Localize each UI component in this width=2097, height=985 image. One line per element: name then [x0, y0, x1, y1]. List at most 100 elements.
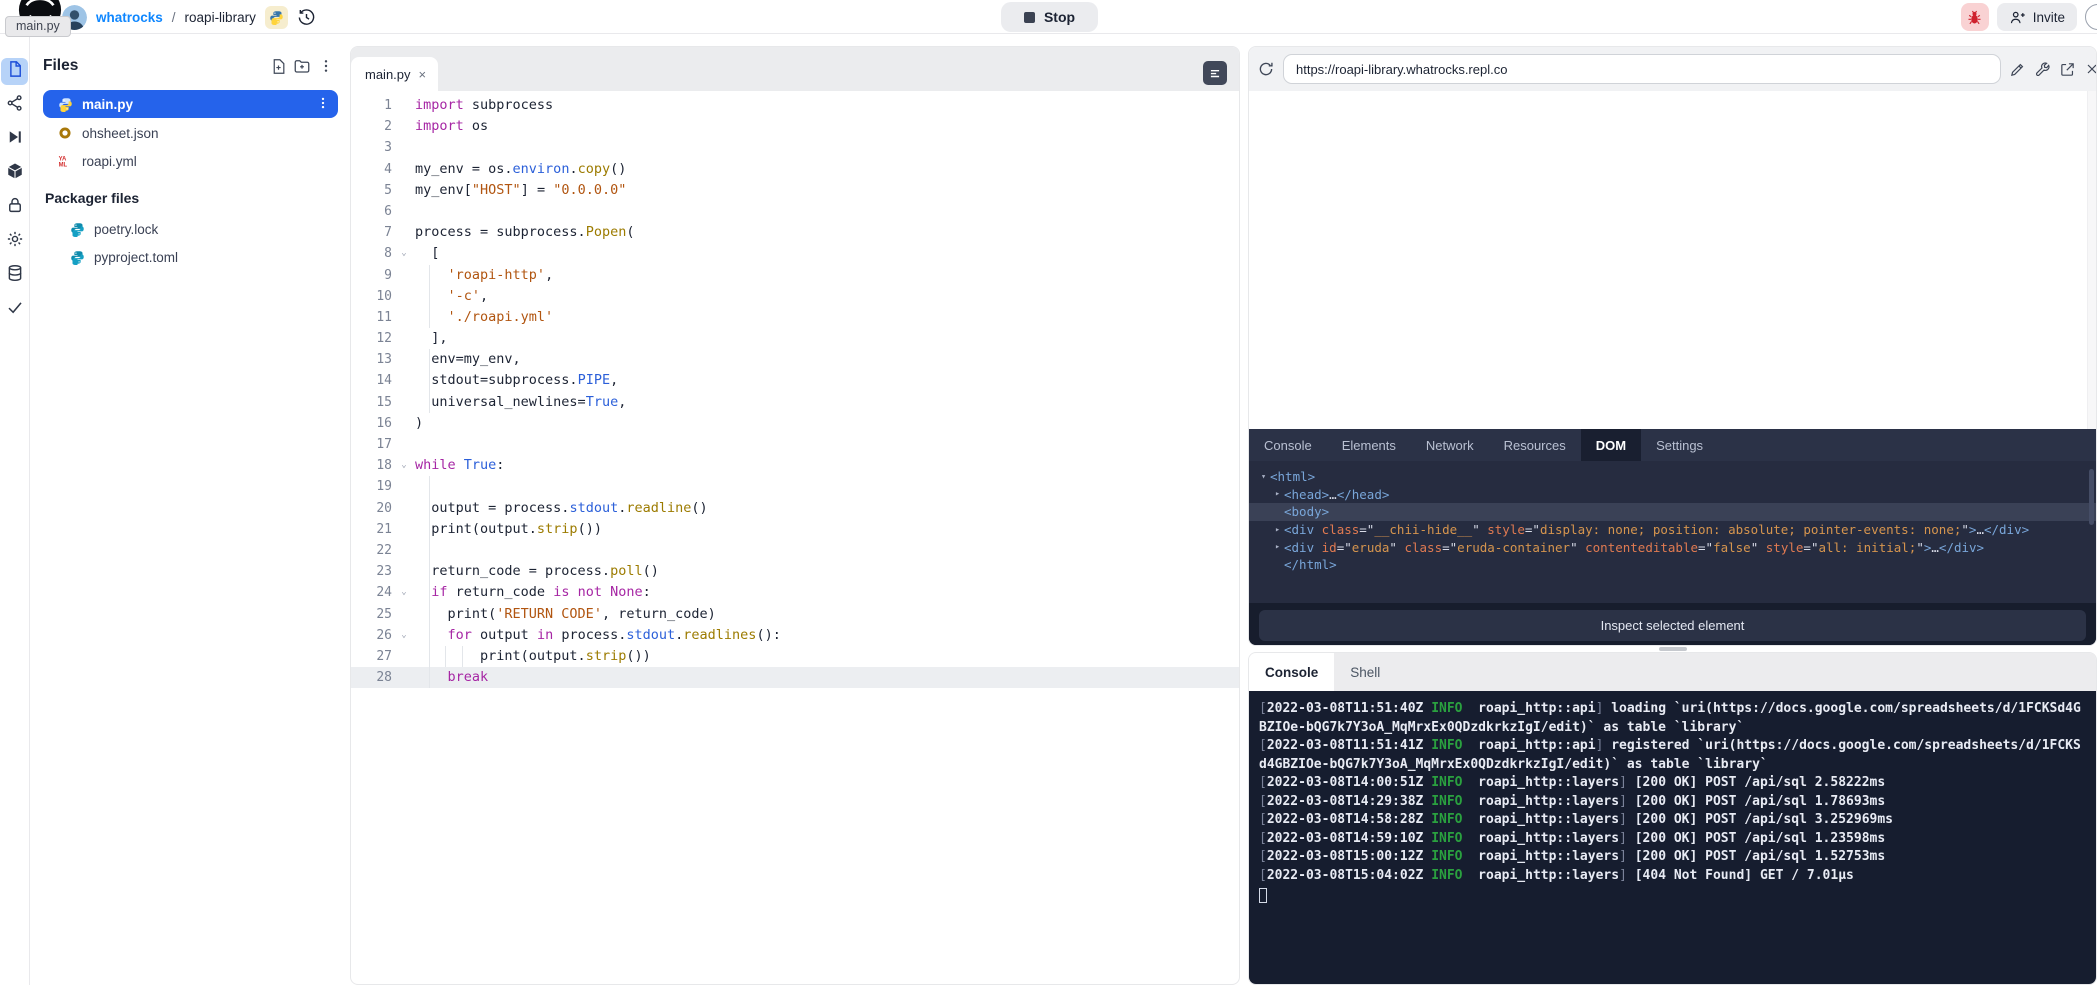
code-line-20[interactable]: 20 output = process.stdout.readline()	[351, 498, 1239, 519]
code-line-1[interactable]: 1import subprocess	[351, 95, 1239, 116]
devtools-tab-resources[interactable]: Resources	[1489, 429, 1581, 461]
collaborator-avatar[interactable]	[2085, 4, 2097, 30]
file-row-poetry-lock[interactable]: poetry.lock	[43, 216, 338, 242]
file-row-roapi-yml[interactable]: YAMLroapi.yml	[43, 148, 338, 174]
indent-guide	[429, 667, 430, 688]
token-str: "HOST"	[472, 182, 521, 198]
fold-chevron-icon[interactable]: ⌄	[397, 625, 411, 646]
tab-main-py[interactable]: main.py ×	[351, 57, 438, 91]
edit-pencil-icon[interactable]	[2009, 61, 2026, 78]
devtools-tab-dom[interactable]: DOM	[1581, 429, 1641, 461]
code-line-8[interactable]: 8⌄ [	[351, 243, 1239, 264]
console-output[interactable]: [2022-03-08T11:51:40Z INFO roapi_http::a…	[1249, 691, 2096, 985]
add-file-icon[interactable]	[266, 54, 290, 78]
fold-chevron-icon[interactable]: ⌄	[397, 243, 411, 264]
code-line-9[interactable]: 9 'roapi-http',	[351, 265, 1239, 286]
expand-arrow-icon[interactable]: ▸	[1271, 489, 1284, 499]
devtools-wrench-icon[interactable]	[2034, 61, 2051, 78]
code-line-22[interactable]: 22	[351, 540, 1239, 561]
log-bracket: [	[1259, 775, 1267, 790]
expand-arrow-icon[interactable]: ▸	[1271, 542, 1284, 552]
files-menu-kebab-icon[interactable]	[314, 54, 338, 78]
code-line-10[interactable]: 10 '-c',	[351, 286, 1239, 307]
stop-button[interactable]: Stop	[1001, 2, 1098, 32]
code-line-21[interactable]: 21 print(output.strip())	[351, 519, 1239, 540]
rail-item-packages[interactable]	[1, 160, 28, 187]
devtools-tab-settings[interactable]: Settings	[1641, 429, 1718, 461]
token-kw: in	[537, 627, 553, 643]
dom-node-3[interactable]: ▸<div class="__chii-hide__" style="displ…	[1249, 521, 2096, 539]
code-line-24[interactable]: 24⌄ if return_code is not None:	[351, 582, 1239, 603]
dom-tree-scrollbar[interactable]	[2089, 469, 2094, 525]
indent-guide	[429, 646, 430, 667]
code-line-18[interactable]: 18⌄while True:	[351, 455, 1239, 476]
devtools-tab-elements[interactable]: Elements	[1327, 429, 1411, 461]
breadcrumb-user-link[interactable]: whatrocks	[96, 10, 163, 25]
code-line-14[interactable]: 14 stdout=subprocess.PIPE,	[351, 370, 1239, 391]
file-row-pyproject-toml[interactable]: pyproject.toml	[43, 244, 338, 270]
code-line-12[interactable]: 12 ],	[351, 328, 1239, 349]
dom-node-4[interactable]: ▸<div id="eruda" class="eruda-container"…	[1249, 538, 2096, 556]
code-line-19[interactable]: 19	[351, 476, 1239, 497]
open-external-icon[interactable]	[2059, 61, 2076, 78]
webview-content[interactable]	[1249, 91, 2096, 429]
rail-item-checks[interactable]	[1, 296, 28, 323]
code-line-7[interactable]: 7process = subprocess.Popen(	[351, 222, 1239, 243]
dom-node-2[interactable]: <body>	[1249, 503, 2096, 521]
rail-item-files[interactable]	[1, 58, 28, 85]
devtools-tab-network[interactable]: Network	[1411, 429, 1489, 461]
refresh-icon[interactable]	[1257, 60, 1275, 78]
code-line-23[interactable]: 23 return_code = process.poll()	[351, 561, 1239, 582]
code-line-11[interactable]: 11 './roapi.yml'	[351, 307, 1239, 328]
inspect-selected-element-button[interactable]: Inspect selected element	[1259, 610, 2086, 641]
code-line-6[interactable]: 6	[351, 201, 1239, 222]
webview-scrollbar[interactable]	[2087, 91, 2096, 429]
rail-item-database[interactable]	[1, 262, 28, 289]
rail-item-version-control[interactable]	[1, 92, 28, 119]
fork-icon	[6, 94, 24, 117]
log-line-7: [2022-03-08T15:04:02Z INFO roapi_http::l…	[1259, 867, 2086, 886]
file-row-main-py[interactable]: main.py	[43, 90, 338, 118]
dom-node-0[interactable]: ▾<html>	[1249, 468, 2096, 486]
code-line-4[interactable]: 4my_env = os.environ.copy()	[351, 159, 1239, 180]
file-kebab-icon[interactable]	[316, 96, 330, 113]
devtools-tab-console[interactable]: Console	[1249, 429, 1327, 461]
fold-chevron-icon[interactable]: ⌄	[397, 582, 411, 603]
breadcrumb-project[interactable]: roapi-library	[185, 10, 256, 25]
line-number: 15	[351, 392, 397, 413]
pane-resize-handle[interactable]	[1659, 647, 1687, 651]
file-outline-icon[interactable]	[1203, 61, 1227, 85]
url-input[interactable]	[1283, 54, 2001, 84]
console-cursor[interactable]	[1259, 888, 1267, 903]
code-line-5[interactable]: 5my_env["HOST"] = "0.0.0.0"	[351, 180, 1239, 201]
file-row-ohsheet-json[interactable]: ohsheet.json	[43, 120, 338, 146]
code-line-13[interactable]: 13 env=my_env,	[351, 349, 1239, 370]
code-line-15[interactable]: 15 universal_newlines=True,	[351, 392, 1239, 413]
code-line-26[interactable]: 26⌄ for output in process.stdout.readlin…	[351, 625, 1239, 646]
invite-button[interactable]: Invite	[1997, 3, 2077, 31]
output-tab-console[interactable]: Console	[1249, 653, 1334, 691]
expand-arrow-icon[interactable]: ▸	[1271, 525, 1284, 535]
code-line-3[interactable]: 3	[351, 137, 1239, 158]
code-line-25[interactable]: 25 print('RETURN CODE', return_code)	[351, 604, 1239, 625]
code-line-2[interactable]: 2import os	[351, 116, 1239, 137]
rail-item-secrets[interactable]	[1, 194, 28, 221]
output-tab-shell[interactable]: Shell	[1334, 653, 1396, 691]
tab-close-icon[interactable]: ×	[419, 67, 427, 82]
bug-report-icon[interactable]	[1961, 3, 1989, 31]
history-icon[interactable]	[297, 8, 316, 27]
code-line-16[interactable]: 16)	[351, 413, 1239, 434]
code-line-17[interactable]: 17	[351, 434, 1239, 455]
rail-item-settings[interactable]	[1, 228, 28, 255]
expand-arrow-icon[interactable]: ▾	[1257, 472, 1270, 482]
close-webview-icon[interactable]	[2084, 61, 2097, 77]
dom-node-5[interactable]: </html>	[1249, 556, 2096, 574]
code-line-28[interactable]: 28 break	[351, 667, 1239, 688]
code-line-27[interactable]: 27 print(output.strip())	[351, 646, 1239, 667]
lock-icon	[6, 196, 24, 219]
rail-item-run[interactable]	[1, 126, 28, 153]
code-editor[interactable]: 1import subprocess2import os34my_env = o…	[351, 91, 1239, 688]
dom-node-1[interactable]: ▸<head>…</head>	[1249, 486, 2096, 504]
add-folder-icon[interactable]	[290, 54, 314, 78]
fold-chevron-icon[interactable]: ⌄	[397, 455, 411, 476]
